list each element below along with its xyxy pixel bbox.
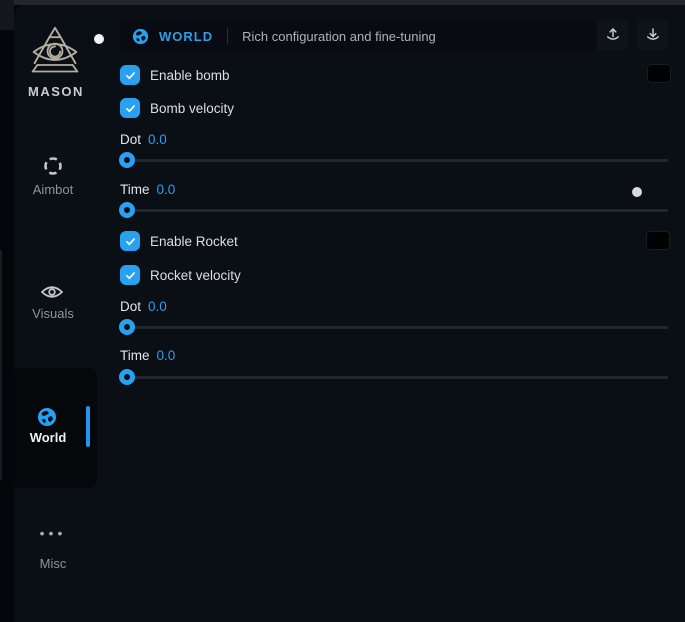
sidebar-item-misc[interactable]: Misc [14,556,92,571]
slider-value: 0.0 [157,348,176,363]
rocket-time-slider-track[interactable] [120,376,668,379]
upload-icon [604,26,622,44]
cursor-dot [632,187,642,197]
page-header: WORLD Rich configuration and fine-tuning [120,20,597,52]
rocket-dot-slider-label: Dot 0.0 [120,299,167,314]
sidebar-item-aimbot[interactable]: Aimbot [14,182,92,197]
bomb-dot-slider-track[interactable] [120,159,668,162]
slider-handle[interactable] [119,202,135,218]
slider-name: Time [120,182,150,197]
page-subtitle: Rich configuration and fine-tuning [242,29,436,44]
ellipsis-icon: ••• [14,528,92,538]
sidebar-item-world-label[interactable]: World [12,430,84,445]
enable-bomb-checkbox[interactable] [120,65,140,85]
slider-handle[interactable] [119,152,135,168]
check-icon [124,269,137,282]
download-icon [644,26,662,44]
checkbox-label: Enable Rocket [150,234,238,249]
slider-value: 0.0 [157,182,176,197]
slider-handle[interactable] [119,319,135,335]
globe-icon [37,407,57,427]
sidebar-item-world-selected[interactable] [12,368,97,488]
rocket-dot-slider-track[interactable] [120,326,668,329]
bomb-color-swatch[interactable] [647,64,671,83]
background-edge-line [0,250,2,480]
checkbox-label: Bomb velocity [150,101,234,116]
slider-value: 0.0 [148,299,167,314]
rocket-time-slider-label: Time 0.0 [120,348,175,363]
slider-name: Time [120,348,150,363]
eye-icon [40,284,64,300]
bomb-time-slider-track[interactable] [120,209,668,212]
slider-handle[interactable] [119,369,135,385]
background-corner [0,0,14,30]
check-icon [124,69,137,82]
check-icon [124,235,137,248]
enable-rocket-checkbox[interactable] [120,231,140,251]
page-title: WORLD [159,29,213,44]
globe-icon [132,28,149,45]
bomb-time-slider-label: Time 0.0 [120,182,175,197]
download-config-button[interactable] [637,19,668,50]
rocket-velocity-checkbox[interactable] [120,265,140,285]
rocket-color-swatch[interactable] [646,231,670,250]
bomb-dot-slider-label: Dot 0.0 [120,132,167,147]
mason-logo-icon [25,26,85,78]
enable-rocket-row: Enable Rocket [120,231,238,251]
slider-name: Dot [120,299,141,314]
crosshair-icon [42,155,64,177]
checkbox-label: Rocket velocity [150,268,241,283]
rocket-velocity-row: Rocket velocity [120,265,241,285]
check-icon [124,102,137,115]
upload-config-button[interactable] [597,19,628,50]
bomb-velocity-row: Bomb velocity [120,98,234,118]
cursor-dot [94,34,104,44]
checkbox-label: Enable bomb [150,68,230,83]
app-panel [14,5,685,622]
selected-indicator-bar [86,406,90,447]
slider-value: 0.0 [148,132,167,147]
enable-bomb-row: Enable bomb [120,65,230,85]
brand-name: MASON [14,84,98,99]
slider-name: Dot [120,132,141,147]
bomb-velocity-checkbox[interactable] [120,98,140,118]
sidebar-item-visuals[interactable]: Visuals [14,306,92,321]
header-divider [227,28,228,44]
